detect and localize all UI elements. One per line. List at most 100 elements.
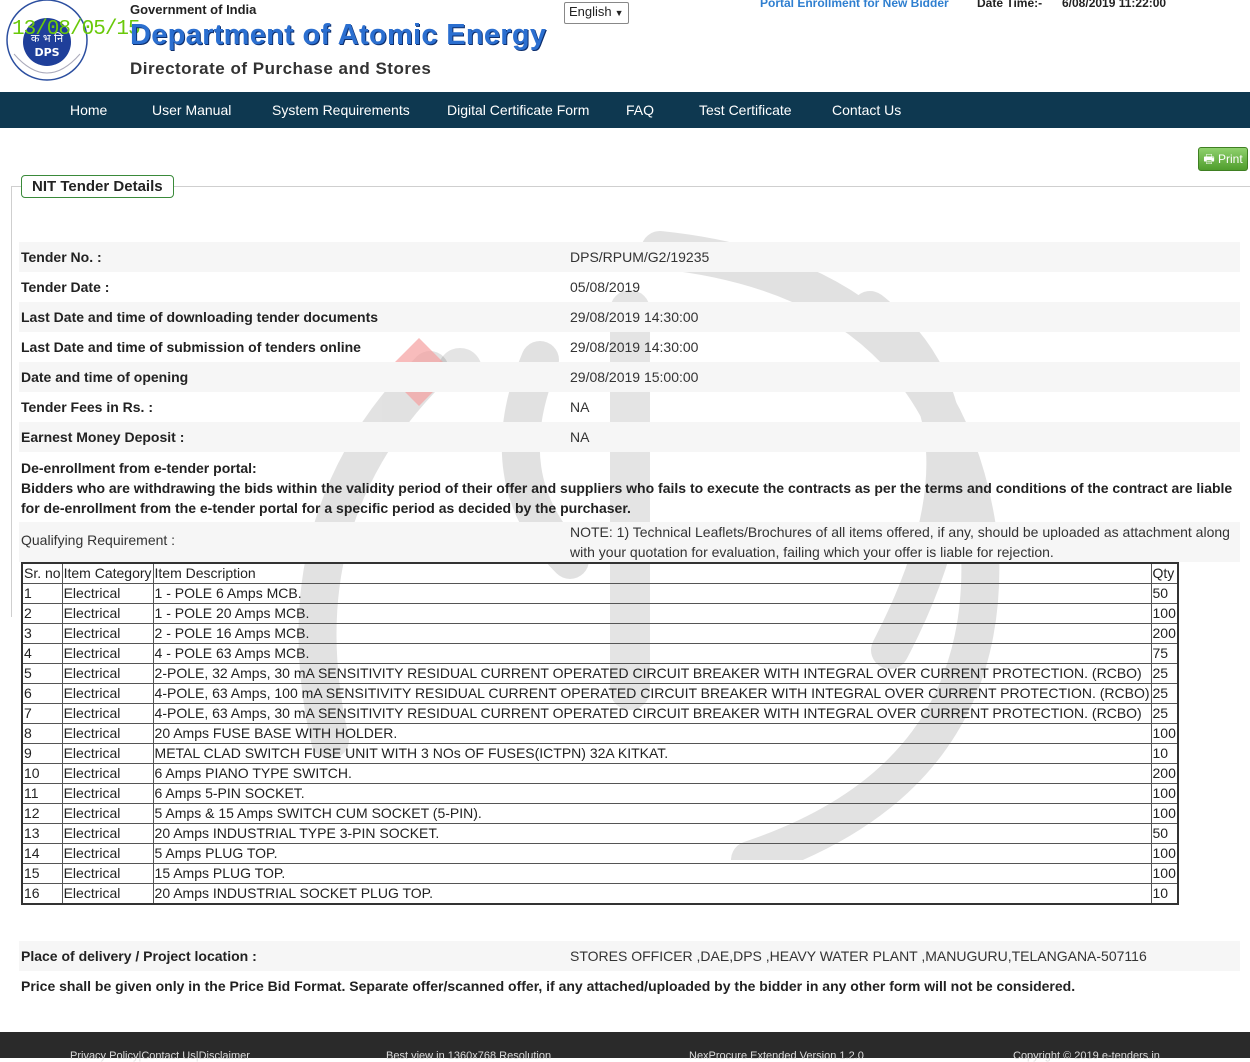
directorate-title: Directorate of Purchase and Stores — [130, 59, 432, 78]
detail-value: DPS/RPUM/G2/19235 — [570, 249, 710, 265]
qualifying-label: Qualifying Requirement : — [21, 532, 176, 548]
nav-test-certificate[interactable]: Test Certificate — [699, 92, 792, 128]
cell-item-description: 6 Amps PIANO TYPE SWITCH. — [152, 763, 1152, 784]
footer-resolution: Best view in 1360x768 Resolution — [386, 1050, 552, 1062]
detail-value: 29/08/2019 14:30:00 — [570, 339, 699, 355]
cell-sr-no: 12 — [21, 803, 63, 824]
table-row: 4 Electrical 4 - POLE 63 Amps MCB. 75 — [21, 643, 1179, 664]
detail-row-download-date: Last Date and time of downloading tender… — [19, 302, 1240, 332]
cell-sr-no: 15 — [21, 863, 63, 884]
cell-item-category: Electrical — [61, 623, 154, 644]
nav-faq[interactable]: FAQ — [626, 92, 654, 128]
cell-qty: 50 — [1150, 583, 1179, 604]
cell-item-category: Electrical — [61, 743, 154, 764]
cell-item-description: 4-POLE, 63 Amps, 30 mA SENSITIVITY RESID… — [152, 703, 1152, 724]
nav-system-requirements[interactable]: System Requirements — [272, 92, 410, 128]
nav-user-manual[interactable]: User Manual — [152, 92, 231, 128]
cell-item-description: 4-POLE, 63 Amps, 100 mA SENSITIVITY RESI… — [152, 683, 1152, 704]
detail-label: Last Date and time of downloading tender… — [21, 309, 379, 325]
cell-qty: 100 — [1150, 603, 1179, 624]
cell-sr-no: 14 — [21, 843, 63, 864]
detail-label: Tender No. : — [21, 249, 102, 265]
cell-item-description: 2 - POLE 16 Amps MCB. — [152, 623, 1152, 644]
detail-label: Tender Fees in Rs. : — [21, 399, 153, 415]
nav-home[interactable]: Home — [70, 92, 107, 128]
cell-sr-no: 16 — [21, 883, 63, 905]
detail-value: 05/08/2019 — [570, 279, 641, 295]
cell-qty: 100 — [1150, 783, 1179, 804]
cell-sr-no: 11 — [21, 783, 63, 804]
cell-item-category: Electrical — [61, 803, 154, 824]
cell-item-category: Electrical — [61, 723, 154, 744]
cell-item-category: Electrical — [61, 683, 154, 704]
cell-qty: 200 — [1150, 623, 1179, 644]
header: क भ नि DPS 13/08/05/15 Government of Ind… — [0, 0, 1250, 92]
footer-copyright: Copyright © 2019 e-tenders.in — [1013, 1050, 1160, 1062]
cell-qty: 200 — [1150, 763, 1179, 784]
header-sr-no: Sr. no — [21, 562, 63, 584]
cell-qty: 50 — [1150, 823, 1179, 844]
deenrollment-text: Bidders who are withdrawing the bids wit… — [21, 480, 1233, 516]
cell-qty: 10 — [1150, 743, 1179, 764]
cell-sr-no: 4 — [21, 643, 63, 664]
cell-qty: 25 — [1150, 703, 1179, 724]
detail-row-emd: Earnest Money Deposit : NA — [19, 422, 1240, 452]
chevron-down-icon: ▼ — [614, 8, 624, 18]
cell-item-description: METAL CLAD SWITCH FUSE UNIT WITH 3 NOs O… — [152, 743, 1152, 764]
table-row: 16 Electrical 20 Amps INDUSTRIAL SOCKET PL… — [21, 883, 1179, 905]
table-row: 14 Electrical 5 Amps PLUG TOP. 100 — [21, 843, 1179, 864]
enrollment-link[interactable]: Portal Enrollment for New Bidder — [760, 0, 949, 10]
table-row: 6 Electrical 4-POLE, 63 Amps, 100 mA SENSI… — [21, 683, 1179, 704]
table-row: 9 Electrical METAL CLAD SWITCH FUSE UNIT W… — [21, 743, 1179, 764]
cell-qty: 10 — [1150, 883, 1179, 905]
deenrollment-title: De-enrollment from e-tender portal: — [21, 460, 257, 476]
detail-row-tender-fees: Tender Fees in Rs. : NA — [19, 392, 1240, 422]
cell-qty: 100 — [1150, 863, 1179, 884]
svg-text:DPS: DPS — [34, 46, 59, 59]
header-qty: Qty — [1150, 562, 1179, 584]
cell-item-category: Electrical — [61, 823, 154, 844]
detail-label: Earnest Money Deposit : — [21, 429, 185, 445]
cell-qty: 100 — [1150, 803, 1179, 824]
cell-sr-no: 2 — [21, 603, 63, 624]
nav-digital-certificate-form[interactable]: Digital Certificate Form — [447, 92, 589, 128]
printer-icon: 🖶 — [1203, 152, 1215, 166]
cell-item-description: 5 Amps PLUG TOP. — [152, 843, 1152, 864]
main-nav: Home User Manual System Requirements Dig… — [0, 92, 1250, 128]
footer-version: NexProcure Extended Version 1.2.0 — [689, 1050, 864, 1062]
language-select[interactable]: English ▼ — [564, 2, 629, 24]
cell-item-description: 20 Amps INDUSTRIAL TYPE 3-PIN SOCKET. — [152, 823, 1152, 844]
table-row: 8 Electrical 20 Amps FUSE BASE WITH HOLDER… — [21, 723, 1179, 744]
cell-item-category: Electrical — [61, 603, 154, 624]
table-row: 15 Electrical 15 Amps PLUG TOP. 100 — [21, 863, 1179, 884]
table-row: 13 Electrical 20 Amps INDUSTRIAL TYPE 3-PI… — [21, 823, 1179, 844]
detail-value: NA — [570, 429, 590, 445]
place-value: STORES OFFICER ,DAE,DPS ,HEAVY WATER PLA… — [570, 948, 1147, 964]
cell-item-description: 1 - POLE 6 Amps MCB. — [152, 583, 1152, 604]
cell-sr-no: 1 — [21, 583, 63, 604]
qualifying-requirement-row: Qualifying Requirement : NOTE: 1) Techni… — [19, 522, 1240, 562]
department-title: Department of Atomic Energy — [130, 19, 547, 51]
gov-label: Government of India — [130, 2, 257, 17]
table-row: 12 Electrical 5 Amps & 15 Amps SWITCH CUM … — [21, 803, 1179, 824]
detail-row-tender-no: Tender No. : DPS/RPUM/G2/19235 — [19, 242, 1240, 272]
cell-item-category: Electrical — [61, 863, 154, 884]
footer-links[interactable]: Privacy Policy|Contact Us|Disclaimer — [70, 1050, 250, 1062]
cell-qty: 25 — [1150, 683, 1179, 704]
cell-item-category: Electrical — [61, 883, 154, 905]
cell-item-category: Electrical — [61, 763, 154, 784]
cell-item-description: 4 - POLE 63 Amps MCB. — [152, 643, 1152, 664]
cell-item-category: Electrical — [61, 783, 154, 804]
nav-contact-us[interactable]: Contact Us — [832, 92, 901, 128]
cell-item-category: Electrical — [61, 663, 154, 684]
cell-item-description: 6 Amps 5-PIN SOCKET. — [152, 783, 1152, 804]
section-title: NIT Tender Details — [21, 175, 174, 198]
datetime-label: Date Time:- — [977, 0, 1043, 10]
place-label: Place of delivery / Project location : — [21, 948, 257, 964]
detail-value: 29/08/2019 14:30:00 — [570, 309, 699, 325]
table-row: 5 Electrical 2-POLE, 32 Amps, 30 mA SENSIT… — [21, 663, 1179, 684]
cell-sr-no: 5 — [21, 663, 63, 684]
table-row: 1 Electrical 1 - POLE 6 Amps MCB. 50 — [21, 583, 1179, 604]
print-button[interactable]: 🖶 Print — [1198, 147, 1248, 171]
detail-label: Tender Date : — [21, 279, 110, 295]
